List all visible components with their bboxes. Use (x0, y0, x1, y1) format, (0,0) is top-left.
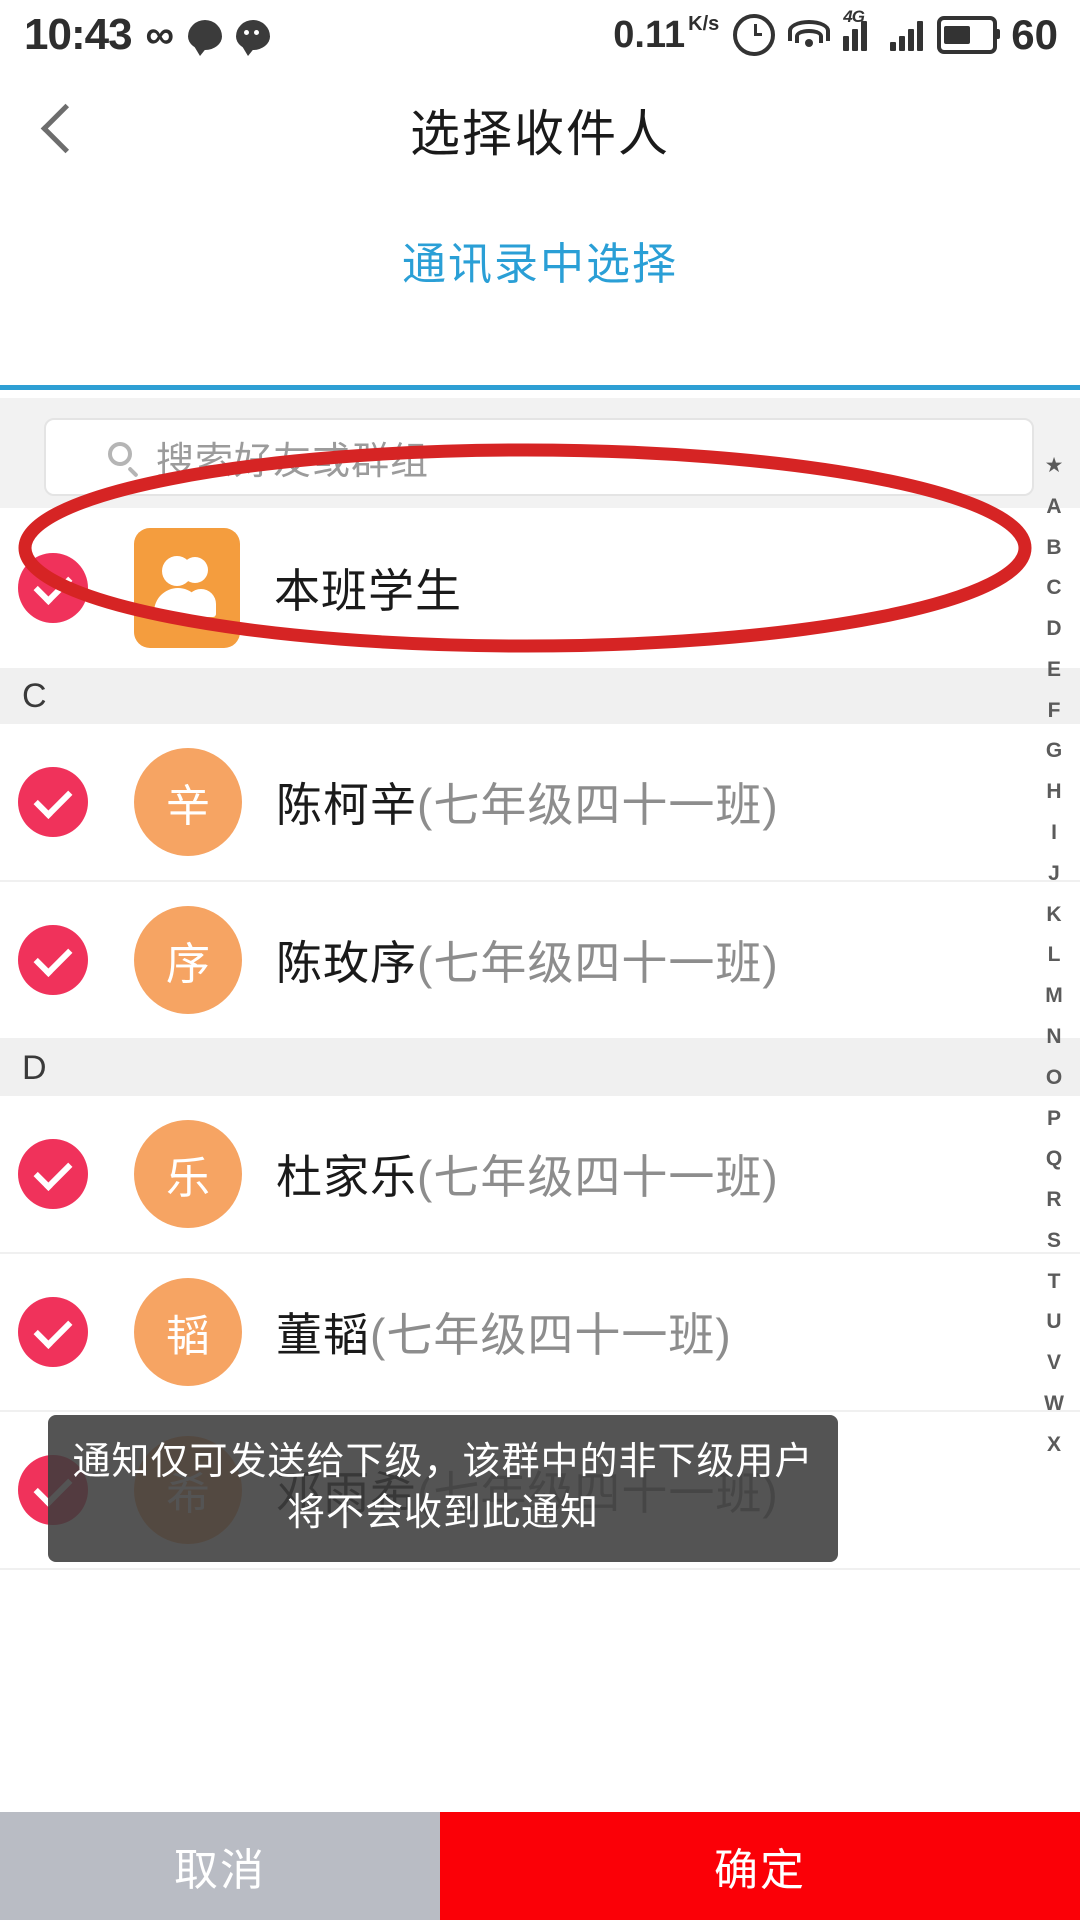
status-bar-left: 10:43 ∞ (0, 10, 271, 59)
list-item[interactable]: 乐 杜家乐(七年级四十一班) (0, 1096, 1080, 1254)
search-icon (108, 442, 139, 478)
alpha-index-s[interactable]: S (1047, 1230, 1061, 1251)
alpha-index-b[interactable]: B (1046, 537, 1061, 558)
tab-bar: 通讯录中选择 (0, 205, 1080, 315)
avatar: 乐 (134, 1120, 242, 1228)
list-item-name: 陈柯辛(七年级四十一班) (276, 779, 779, 831)
alpha-index-m[interactable]: M (1045, 985, 1063, 1006)
alpha-index-k[interactable]: K (1046, 904, 1061, 925)
alpha-index-g[interactable]: G (1046, 740, 1062, 761)
avatar: 韬 (134, 1278, 242, 1386)
section-header: C (0, 668, 1080, 724)
alpha-index-c[interactable]: C (1046, 577, 1061, 598)
chevron-left-icon (40, 103, 90, 153)
alpha-index-w[interactable]: W (1044, 1393, 1064, 1414)
checkbox-checked-icon[interactable] (18, 1297, 88, 1367)
search-input[interactable]: 搜索好友或群组 (44, 418, 1034, 496)
search-bar: 搜索好友或群组 (0, 398, 1080, 508)
status-clock: 10:43 (24, 10, 133, 59)
chat-bubble-icon (188, 20, 223, 56)
toast-message: 通知仅可发送给下级，该群中的非下级用户将不会收到此通知 (48, 1415, 838, 1562)
status-bar: 10:43 ∞ 0.11 K/s 4G 60 (0, 0, 1080, 70)
battery-icon (937, 16, 1001, 54)
alpha-index-h[interactable]: H (1046, 781, 1061, 802)
alpha-index-r[interactable]: R (1046, 1189, 1061, 1210)
checkbox-checked-icon[interactable] (18, 767, 88, 837)
back-button[interactable] (22, 82, 108, 174)
alpha-index-i[interactable]: I (1051, 822, 1057, 843)
checkbox-checked-icon[interactable] (18, 925, 88, 995)
tab-contacts-select[interactable]: 通讯录中选择 (402, 228, 678, 292)
alpha-index-f[interactable]: F (1048, 700, 1061, 721)
alpha-index-j[interactable]: J (1048, 863, 1060, 884)
network-speed-unit: K/s (688, 13, 720, 35)
tab-underline (0, 385, 1080, 390)
confirm-button[interactable]: 确定 (440, 1812, 1080, 1920)
list-item[interactable]: 本班学生 (0, 508, 1080, 668)
alpha-index-a[interactable]: A (1046, 496, 1061, 517)
list-item[interactable]: 序 陈玫序(七年级四十一班) (0, 882, 1080, 1040)
ghost-bubble-icon (236, 20, 271, 56)
battery-level: 60 (1011, 11, 1058, 58)
list-item-name: 本班学生 (274, 565, 462, 617)
alpha-index-x[interactable]: X (1047, 1434, 1061, 1455)
alpha-index-q[interactable]: Q (1046, 1148, 1062, 1169)
alphabet-index[interactable]: ★ A B C D E F G H I J K L M N O P Q R S T U V W X (1032, 455, 1076, 1455)
contact-list[interactable]: 本班学生 C 辛 陈柯辛(七年级四十一班) 序 陈玫序(七年级四十一班) D 乐… (0, 508, 1080, 1570)
alarm-icon (733, 14, 776, 56)
signal-4g-label: 4G (843, 7, 865, 26)
checkbox-checked-icon[interactable] (18, 1139, 88, 1209)
signal-4g-icon: 4G (843, 7, 876, 51)
list-item-name: 董韬(七年级四十一班) (276, 1309, 732, 1361)
list-item[interactable]: 韬 董韬(七年级四十一班) (0, 1254, 1080, 1412)
bottom-action-bar: 取消 确定 (0, 1812, 1080, 1920)
alpha-index-n[interactable]: N (1046, 1026, 1061, 1047)
alpha-index-e[interactable]: E (1047, 659, 1061, 680)
list-item-name: 杜家乐(七年级四十一班) (276, 1151, 779, 1203)
avatar: 辛 (134, 748, 242, 856)
network-speed: 0.11 K/s (613, 13, 720, 56)
group-people-icon (134, 528, 240, 648)
phone-screen: 10:43 ∞ 0.11 K/s 4G 60 选择收件人 通讯录中选择 搜索好友… (0, 0, 1080, 1920)
alpha-index-star[interactable]: ★ (1045, 455, 1064, 476)
title-bar: 选择收件人 (0, 70, 1080, 190)
alpha-index-v[interactable]: V (1047, 1352, 1061, 1373)
section-header: D (0, 1040, 1080, 1096)
list-item-name: 陈玫序(七年级四十一班) (276, 937, 779, 989)
signal-icon (890, 19, 924, 51)
alpha-index-u[interactable]: U (1046, 1311, 1061, 1332)
checkbox-checked-icon[interactable] (18, 553, 88, 623)
alpha-index-d[interactable]: D (1046, 618, 1061, 639)
alpha-index-t[interactable]: T (1048, 1271, 1061, 1292)
alpha-index-p[interactable]: P (1047, 1108, 1061, 1129)
page-title: 选择收件人 (410, 106, 670, 162)
search-placeholder: 搜索好友或群组 (156, 440, 430, 483)
network-speed-value: 0.11 (613, 14, 686, 56)
wifi-icon (788, 20, 831, 50)
infinity-icon: ∞ (145, 13, 175, 57)
status-bar-right: 0.11 K/s 4G 60 (613, 7, 1080, 58)
alpha-index-o[interactable]: O (1046, 1067, 1062, 1088)
avatar: 序 (134, 906, 242, 1014)
alpha-index-l[interactable]: L (1048, 944, 1061, 965)
list-item[interactable]: 辛 陈柯辛(七年级四十一班) (0, 724, 1080, 882)
cancel-button[interactable]: 取消 (0, 1812, 440, 1920)
